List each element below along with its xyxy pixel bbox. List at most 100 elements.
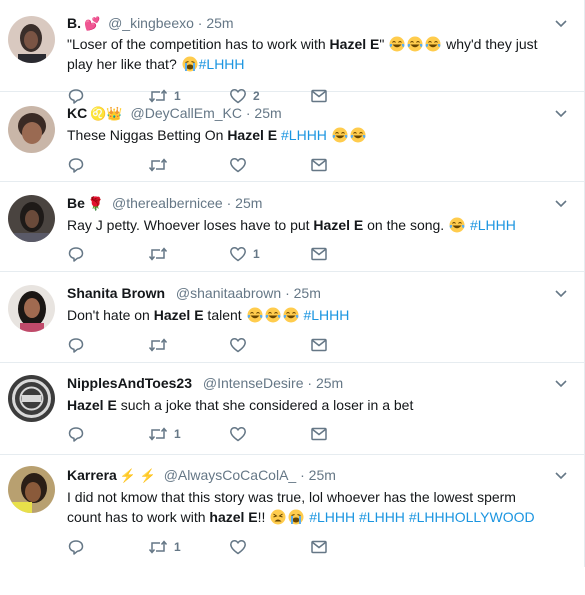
retweet-count: 1 — [174, 540, 181, 554]
retweet-icon — [148, 336, 168, 354]
emoji-laugh — [331, 127, 349, 143]
tweet-actions: 1 — [67, 538, 328, 556]
chevron-down-icon[interactable] — [554, 196, 568, 210]
timestamp[interactable]: 25m — [206, 15, 233, 31]
chevron-down-icon[interactable] — [554, 468, 568, 482]
avatar[interactable] — [8, 16, 55, 63]
tweet-header: Be 🌹 @therealbernicee · 25m — [67, 195, 263, 211]
emoji-cry — [287, 509, 305, 525]
highlight-text: Hazel E — [227, 127, 278, 143]
like-count: 1 — [253, 247, 260, 261]
tweet-header: KC ♌👑 @DeyCallEm_KC · 25m — [67, 105, 282, 121]
reply-button[interactable] — [67, 336, 148, 354]
avatar[interactable] — [8, 466, 55, 513]
retweet-icon — [148, 245, 168, 263]
mail-icon — [310, 425, 328, 443]
hashtag-link[interactable]: #LHHH — [303, 307, 349, 323]
tweet-text: These Niggas Betting On Hazel E #LHHH — [67, 125, 548, 145]
user-handle[interactable]: @DeyCallEm_KC — [131, 105, 242, 121]
tweet[interactable]: Shanita Brown @shanitaabrown · 25m Don't… — [0, 272, 584, 363]
reply-icon — [67, 425, 85, 443]
retweet-icon — [148, 156, 168, 174]
heart-icon — [229, 425, 247, 443]
hashtag-link[interactable]: #LHHH — [199, 56, 245, 72]
mail-icon — [310, 245, 328, 263]
chevron-down-icon[interactable] — [554, 16, 568, 30]
display-name[interactable]: Shanita Brown — [67, 285, 165, 301]
avatar[interactable] — [8, 375, 55, 422]
retweet-count: 1 — [174, 427, 181, 441]
user-handle[interactable]: @IntenseDesire — [203, 375, 304, 391]
retweet-button[interactable]: 1 — [148, 538, 229, 556]
tweet[interactable]: KC ♌👑 @DeyCallEm_KC · 25m These Niggas Be… — [0, 92, 584, 182]
display-name[interactable]: KC — [67, 105, 87, 121]
chevron-down-icon[interactable] — [554, 286, 568, 300]
timestamp[interactable]: 25m — [294, 285, 321, 301]
hashtag-link[interactable]: #LHHH — [470, 217, 516, 233]
like-button[interactable]: 1 — [229, 245, 310, 263]
retweet-button[interactable] — [148, 245, 229, 263]
tweet-text: Don't hate on Hazel E talent #LHHH — [67, 307, 350, 323]
emoji-weary — [269, 509, 287, 525]
hashtag-link[interactable]: #LHHH — [281, 127, 327, 143]
tweet[interactable]: Be 🌹 @therealbernicee · 25m Ray J petty. … — [0, 182, 584, 272]
retweet-button[interactable] — [148, 156, 229, 174]
name-emoji: ⚡ ⚡ — [119, 468, 156, 483]
tweet[interactable]: NipplesAndToes23 @IntenseDesire · 25m Ha… — [0, 363, 584, 455]
mail-icon — [310, 538, 328, 556]
reply-icon — [67, 245, 85, 263]
tweet[interactable]: B. 💕 @_kingbeexo · 25m "Loser of the comp… — [0, 0, 584, 104]
emoji-laugh — [424, 36, 442, 52]
tweet-timeline: B. 💕 @_kingbeexo · 25m "Loser of the comp… — [0, 0, 585, 567]
display-name[interactable]: Be — [67, 195, 85, 211]
name-emoji: 🌹 — [87, 196, 105, 211]
direct-message-button[interactable] — [310, 245, 328, 263]
chevron-down-icon[interactable] — [554, 106, 568, 120]
reply-button[interactable] — [67, 245, 148, 263]
direct-message-button[interactable] — [310, 425, 328, 443]
reply-button[interactable] — [67, 538, 148, 556]
timestamp[interactable]: 25m — [309, 467, 336, 483]
timestamp[interactable]: 25m — [254, 105, 281, 121]
display-name[interactable]: Karrera — [67, 467, 117, 483]
timestamp[interactable]: 25m — [235, 195, 262, 211]
user-handle[interactable]: @AlwaysCoCaColA_ — [164, 467, 296, 483]
emoji-laugh — [282, 307, 300, 323]
retweet-button[interactable]: 1 — [148, 425, 229, 443]
like-button[interactable] — [229, 336, 310, 354]
reply-icon — [67, 538, 85, 556]
mail-icon — [310, 156, 328, 174]
chevron-down-icon[interactable] — [554, 376, 568, 390]
retweet-button[interactable] — [148, 336, 229, 354]
hashtag-link[interactable]: #LHHH — [359, 509, 405, 525]
display-name[interactable]: B. — [67, 15, 81, 31]
user-handle[interactable]: @therealbernicee — [112, 195, 223, 211]
reply-button[interactable] — [67, 156, 148, 174]
reply-icon — [67, 156, 85, 174]
direct-message-button[interactable] — [310, 156, 328, 174]
like-button[interactable] — [229, 425, 310, 443]
tweet-text: Ray J petty. Whoever loses have to put H… — [67, 217, 516, 233]
tweet-header: Karrera ⚡ ⚡ @AlwaysCoCaColA_ · 25m — [67, 467, 336, 483]
timestamp[interactable]: 25m — [316, 375, 343, 391]
user-handle[interactable]: @_kingbeexo — [108, 15, 194, 31]
tweet[interactable]: Karrera ⚡ ⚡ @AlwaysCoCaColA_ · 25m I did … — [0, 455, 584, 567]
hashtag-link[interactable]: #LHHH — [309, 509, 355, 525]
like-button[interactable] — [229, 156, 310, 174]
avatar[interactable] — [8, 195, 55, 242]
avatar[interactable] — [8, 285, 55, 332]
direct-message-button[interactable] — [310, 538, 328, 556]
tweet-actions: 1 — [67, 245, 328, 263]
heart-icon — [229, 156, 247, 174]
user-handle[interactable]: @shanitaabrown — [176, 285, 281, 301]
avatar[interactable] — [8, 106, 55, 153]
reply-button[interactable] — [67, 425, 148, 443]
direct-message-button[interactable] — [310, 336, 328, 354]
display-name[interactable]: NipplesAndToes23 — [67, 375, 192, 391]
heart-icon — [229, 336, 247, 354]
like-button[interactable] — [229, 538, 310, 556]
highlight-text: Hazel E — [329, 36, 380, 52]
emoji-laugh — [246, 307, 264, 323]
heart-icon — [229, 245, 247, 263]
hashtag-link[interactable]: #LHHHOLLYWOOD — [409, 509, 535, 525]
